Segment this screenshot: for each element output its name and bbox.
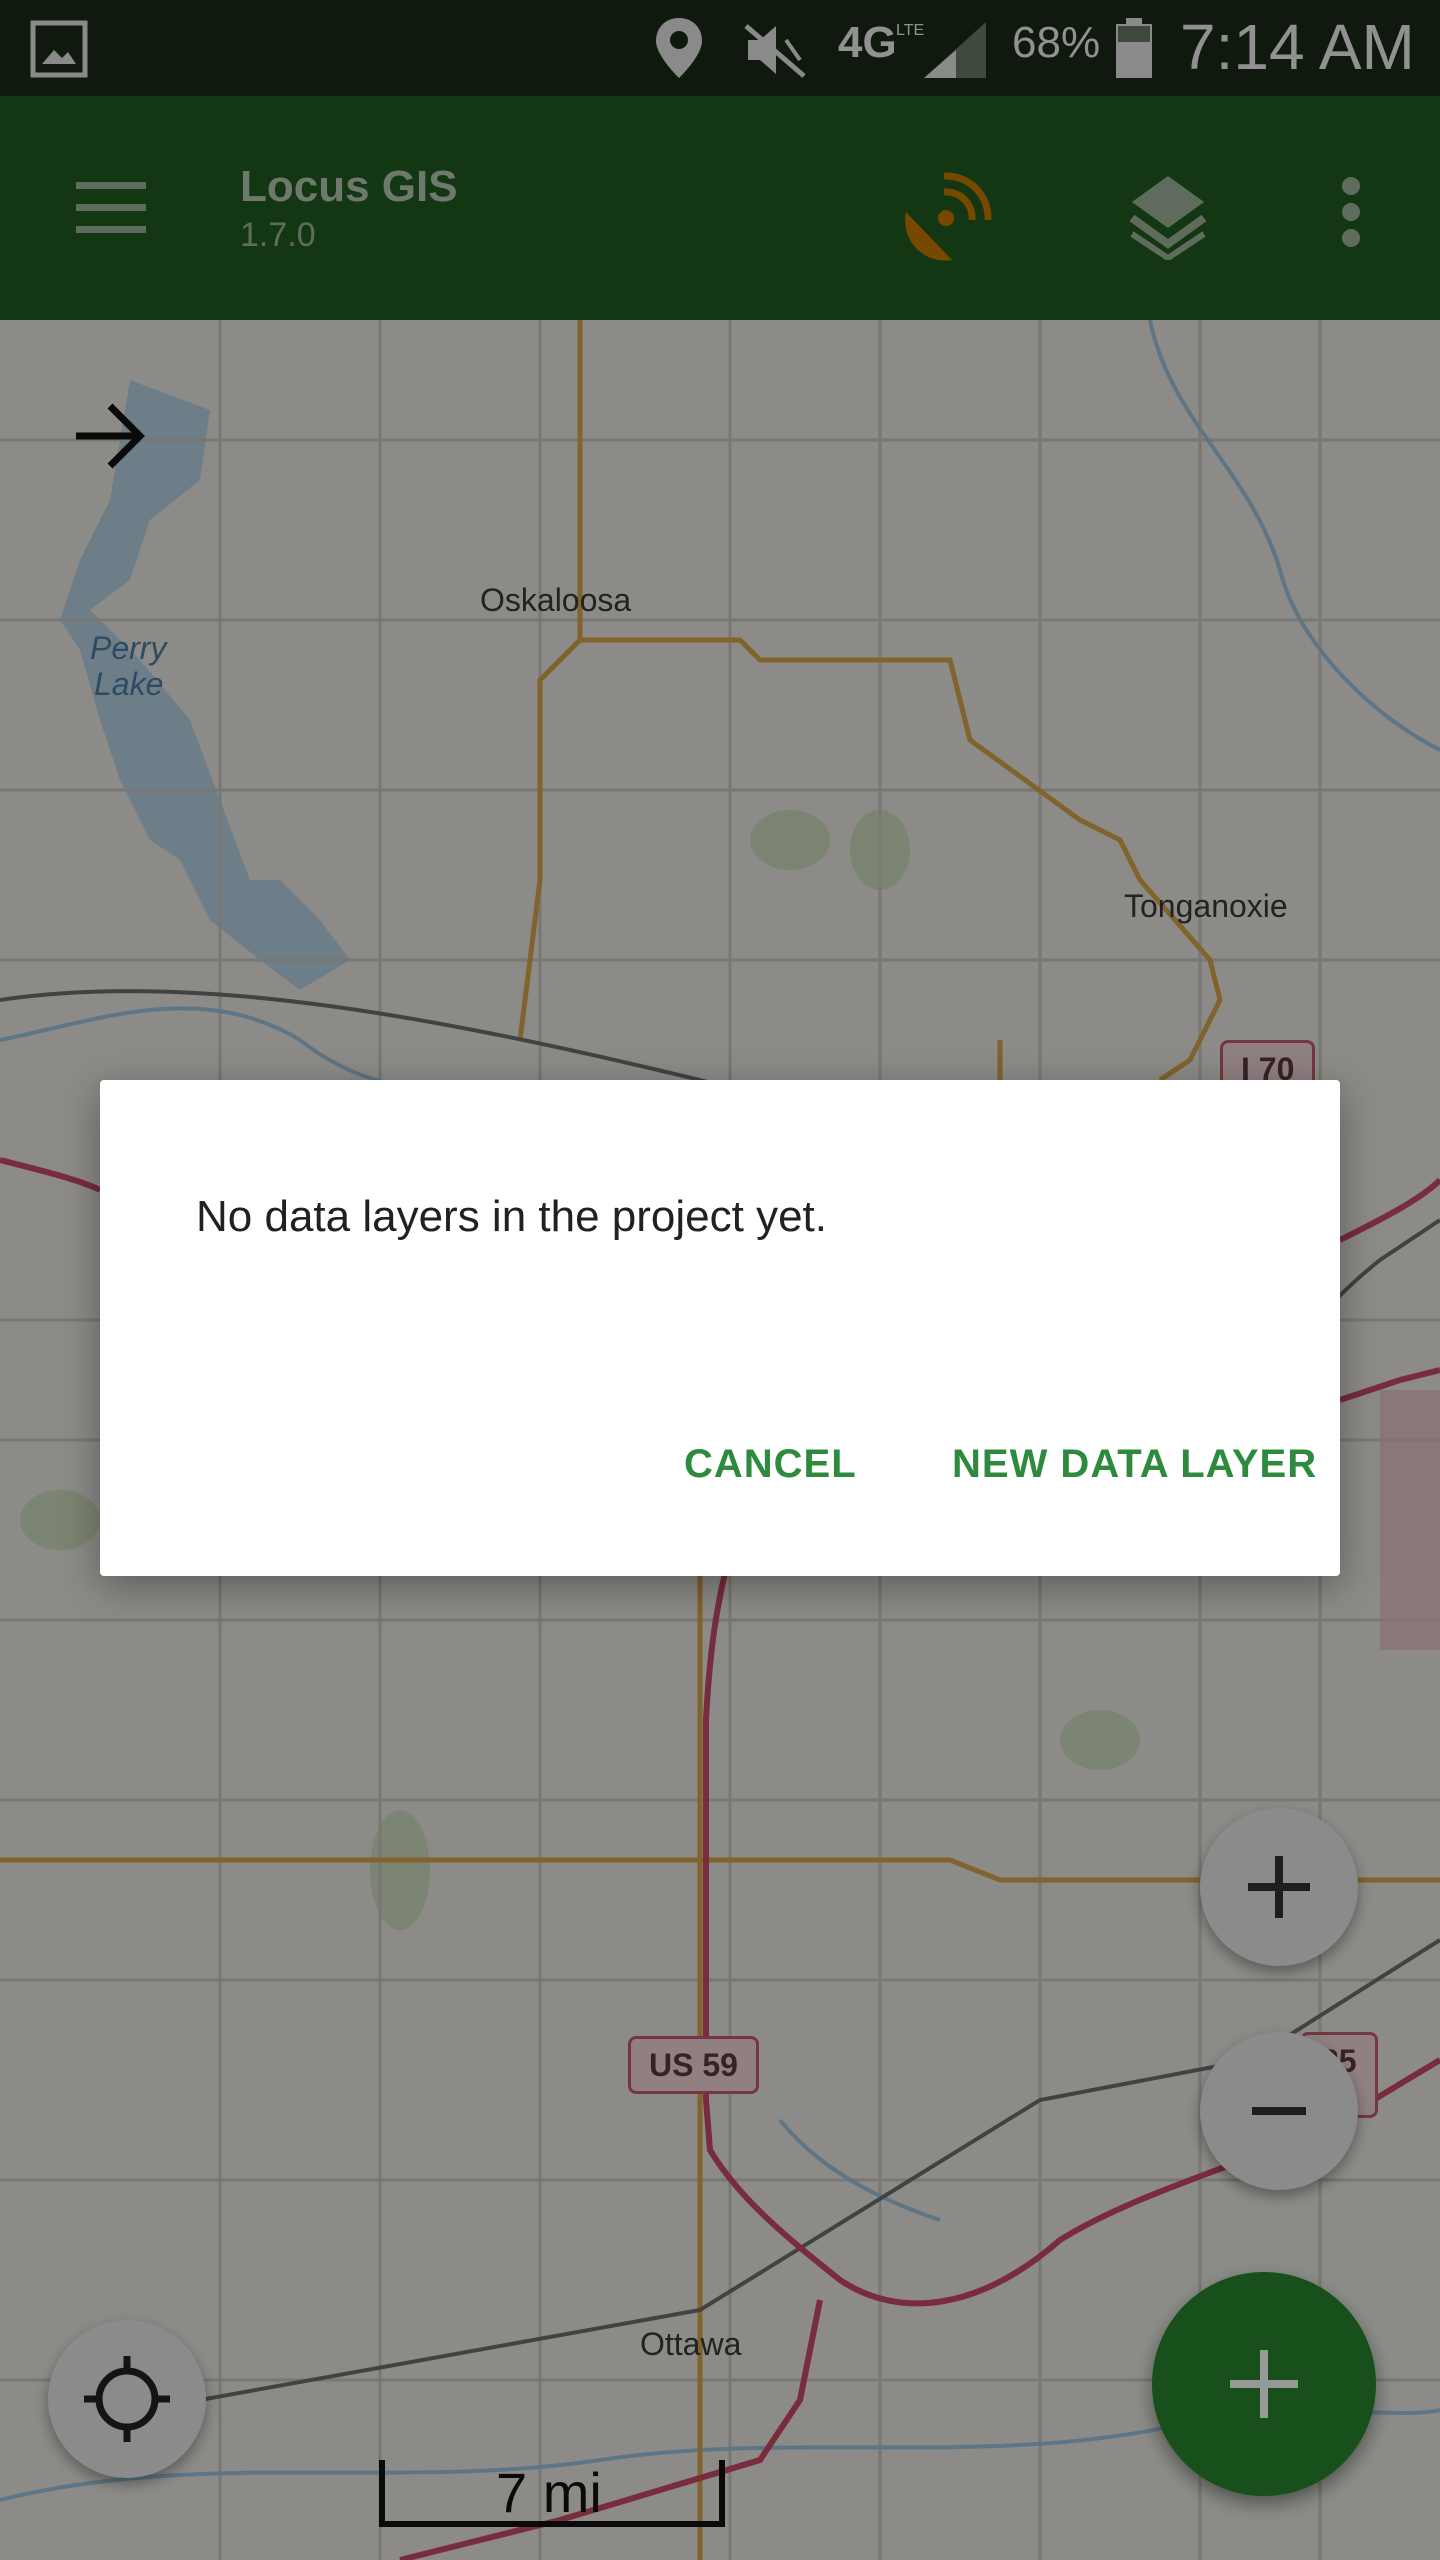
no-layers-dialog: No data layers in the project yet. CANCE… [100,1080,1340,1576]
dialog-message: No data layers in the project yet. [196,1192,827,1241]
cancel-button[interactable]: CANCEL [684,1416,857,1512]
new-data-layer-button[interactable]: NEW DATA LAYER [952,1416,1317,1512]
